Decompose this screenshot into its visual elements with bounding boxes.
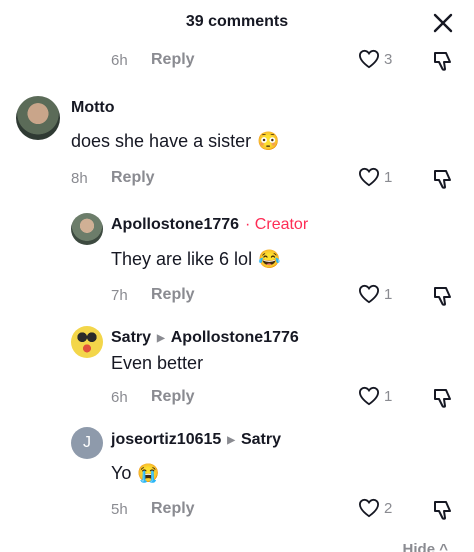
- like-button[interactable]: 1: [358, 167, 392, 187]
- comment-text: Even better: [111, 353, 203, 374]
- comment-time: 7h: [111, 286, 128, 304]
- comment-time: 6h: [111, 51, 128, 69]
- comment-text: Yo 😭: [111, 463, 160, 484]
- comment-username[interactable]: Satry ▶ Apollostone1776: [111, 329, 299, 347]
- dislike-icon[interactable]: [431, 50, 453, 72]
- flushed-emoji-icon: 😳: [257, 131, 280, 151]
- like-count: 2: [384, 499, 393, 517]
- comment-meta-row: 6h Reply: [111, 385, 195, 409]
- comment-meta-row: 8h Reply: [71, 166, 155, 190]
- avatar[interactable]: [71, 213, 103, 245]
- avatar[interactable]: [16, 96, 60, 140]
- reply-button[interactable]: Reply: [151, 388, 195, 406]
- comment-text: They are like 6 lol 😂: [111, 249, 281, 270]
- comment-meta-row: 6h Reply: [111, 48, 195, 72]
- comment-time: 5h: [111, 500, 128, 518]
- like-button[interactable]: 1: [358, 284, 392, 304]
- comments-header: 39 comments: [0, 0, 474, 46]
- comment-text-content: They are like 6 lol: [111, 249, 253, 269]
- reply-button[interactable]: Reply: [111, 169, 155, 187]
- chevron-up-icon: ^: [439, 541, 448, 552]
- reply-button[interactable]: Reply: [151, 51, 195, 69]
- dislike-icon[interactable]: [431, 387, 453, 409]
- comment-meta-row: 5h Reply: [111, 497, 195, 521]
- comment-username[interactable]: joseortiz10615 ▶ Satry: [111, 431, 281, 449]
- reply-to-username[interactable]: Apollostone1776: [171, 329, 299, 347]
- like-button[interactable]: 2: [358, 498, 392, 518]
- hide-label: Hide: [402, 541, 436, 552]
- heart-icon: [358, 386, 380, 406]
- heart-icon: [358, 49, 380, 69]
- comment-text: does she have a sister 😳: [71, 131, 280, 152]
- comment-username[interactable]: Apollostone1776 · Creator: [111, 216, 308, 234]
- reply-arrow-icon: ▶: [227, 434, 235, 446]
- like-count: 3: [384, 50, 393, 68]
- comment-text-content: Even better: [111, 353, 204, 373]
- comment-time: 8h: [71, 169, 88, 187]
- hide-replies-button[interactable]: Hide ^: [403, 541, 448, 552]
- creator-badge: · Creator: [245, 216, 309, 233]
- reply-button[interactable]: Reply: [151, 286, 195, 304]
- comment-text-content: Yo: [111, 463, 132, 483]
- comments-count-title: 39 comments: [185, 13, 289, 30]
- username-text: Satry: [111, 329, 152, 346]
- dislike-icon[interactable]: [431, 168, 453, 190]
- like-count: 1: [384, 387, 393, 405]
- crying-emoji-icon: 😭: [137, 463, 160, 483]
- close-icon[interactable]: [432, 12, 454, 34]
- reply-to-username[interactable]: Satry: [241, 431, 281, 449]
- like-count: 1: [384, 285, 393, 303]
- username-text: Apollostone1776: [111, 216, 240, 233]
- avatar-letter: J: [83, 434, 91, 451]
- reply-button[interactable]: Reply: [151, 500, 195, 518]
- dislike-icon[interactable]: [431, 499, 453, 521]
- like-count: 1: [384, 168, 393, 186]
- comment-text-content: does she have a sister: [71, 131, 252, 151]
- heart-icon: [358, 498, 380, 518]
- like-button[interactable]: 3: [358, 49, 392, 69]
- heart-icon: [358, 284, 380, 304]
- like-button[interactable]: 1: [358, 386, 392, 406]
- reply-arrow-icon: ▶: [157, 332, 165, 344]
- comment-username[interactable]: Motto: [71, 99, 115, 117]
- avatar[interactable]: J: [71, 427, 103, 459]
- laughing-emoji-icon: 😂: [258, 249, 281, 269]
- avatar[interactable]: [71, 326, 103, 358]
- heart-icon: [358, 167, 380, 187]
- username-text: joseortiz10615: [111, 431, 222, 448]
- comment-meta-row: 7h Reply: [111, 283, 195, 307]
- comment-time: 6h: [111, 388, 128, 406]
- dislike-icon[interactable]: [431, 285, 453, 307]
